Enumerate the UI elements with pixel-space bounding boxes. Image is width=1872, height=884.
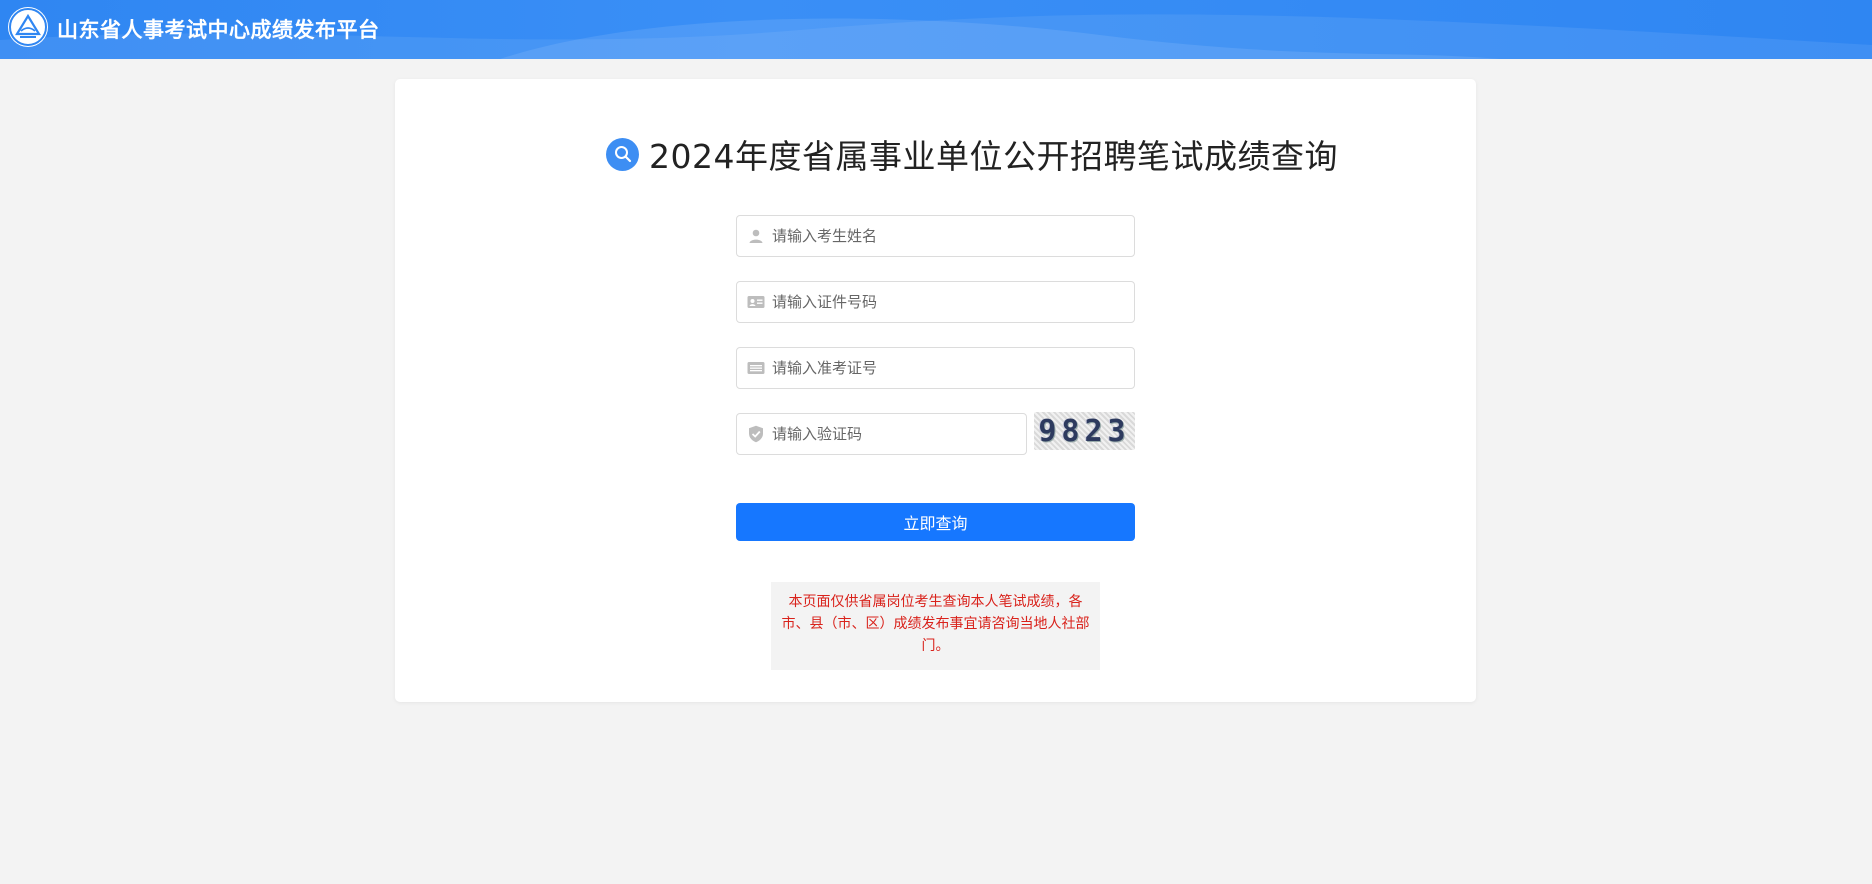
ticket-number-input[interactable] xyxy=(772,348,1134,388)
site-title: 山东省人事考试中心成绩发布平台 xyxy=(57,18,380,42)
ticket-icon xyxy=(746,358,766,378)
shield-check-icon xyxy=(746,424,766,444)
submit-query-button[interactable]: 立即查询 xyxy=(736,503,1135,541)
ticket-field-wrapper[interactable] xyxy=(736,347,1135,389)
page-title-row: 2024年度省属事业单位公开招聘笔试成绩查询 xyxy=(606,129,1338,179)
name-field-wrapper[interactable] xyxy=(736,215,1135,257)
captcha-code: 9823 xyxy=(1038,413,1131,449)
page-title: 2024年度省属事业单位公开招聘笔试成绩查询 xyxy=(649,137,1338,176)
captcha-image[interactable]: 9823 xyxy=(1034,412,1135,450)
name-input[interactable] xyxy=(772,216,1134,256)
id-card-icon xyxy=(746,292,766,312)
user-icon xyxy=(746,226,766,246)
id-field-wrapper[interactable] xyxy=(736,281,1135,323)
site-logo xyxy=(8,7,48,47)
top-header: 山东省人事考试中心成绩发布平台 xyxy=(0,0,1872,59)
captcha-input[interactable] xyxy=(772,414,1026,454)
id-number-input[interactable] xyxy=(772,282,1134,322)
notice-box: 本页面仅供省属岗位考生查询本人笔试成绩，各市、县（市、区）成绩发布事宜请咨询当地… xyxy=(771,582,1100,670)
captcha-field-wrapper[interactable] xyxy=(736,413,1027,455)
search-icon xyxy=(606,137,639,171)
query-card: 2024年度省属事业单位公开招聘笔试成绩查询 请输入考生姓名 请输入证件号码 请… xyxy=(395,79,1476,702)
